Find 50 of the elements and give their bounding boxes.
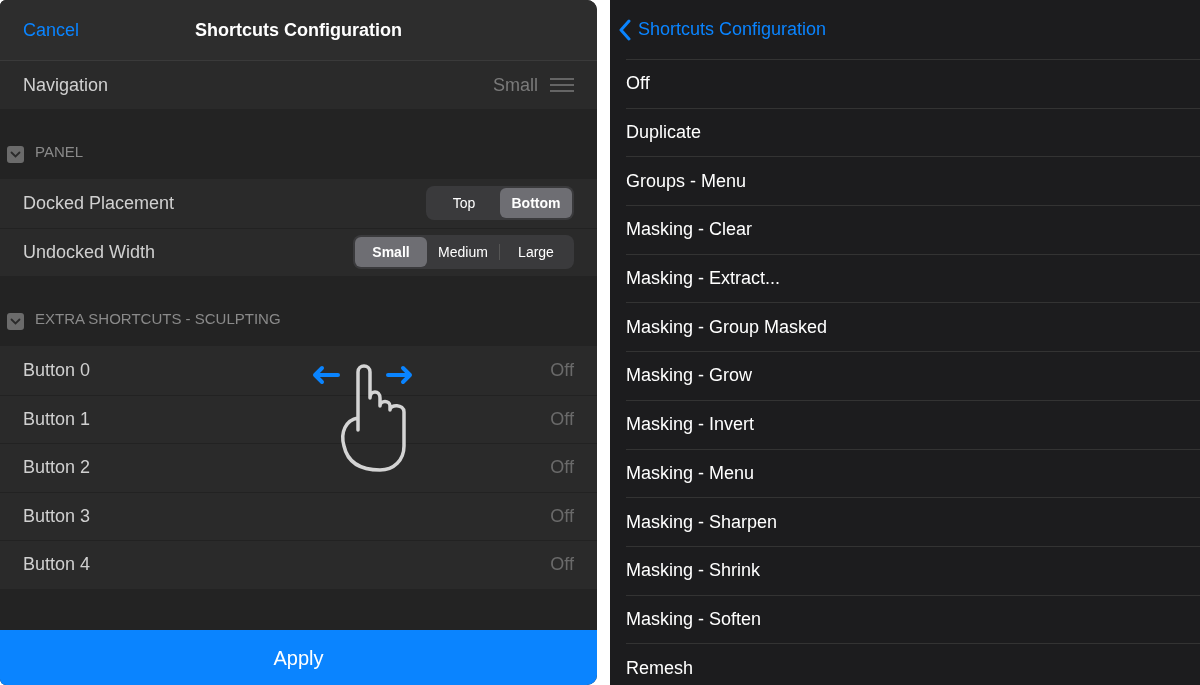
segment-option[interactable]: Small bbox=[355, 237, 427, 268]
row-value: Off bbox=[550, 358, 574, 382]
chevron-down-icon[interactable] bbox=[7, 146, 24, 163]
segment-option[interactable]: Medium bbox=[427, 237, 499, 268]
apply-button[interactable]: Apply bbox=[0, 630, 597, 685]
row-value: Off bbox=[550, 553, 574, 577]
list-item[interactable]: Masking - Menu bbox=[626, 448, 1200, 498]
list-item[interactable]: Masking - Shrink bbox=[626, 545, 1200, 595]
list-item[interactable]: Masking - Clear bbox=[626, 205, 1200, 254]
section-header: EXTRA SHORTCUTS - SCULPTING bbox=[35, 308, 281, 329]
settings-row[interactable]: Docked Placement Top Bottom bbox=[0, 179, 597, 228]
row-label: Button 2 bbox=[23, 456, 92, 480]
back-button[interactable]: Shortcuts Configuration bbox=[618, 16, 827, 43]
list-item[interactable]: Groups - Menu bbox=[626, 156, 1200, 206]
list-item[interactable]: Masking - Group Masked bbox=[626, 302, 1200, 352]
navigation-row[interactable]: Navigation Small bbox=[0, 61, 597, 109]
list-item[interactable]: Masking - Extract... bbox=[626, 253, 1200, 303]
list-item[interactable]: Masking - Grow bbox=[626, 351, 1200, 400]
row-label: Button 4 bbox=[23, 553, 92, 577]
row-label: Undocked Width bbox=[23, 240, 157, 264]
panel-title: Shortcuts Configuration bbox=[195, 18, 402, 42]
row-value: Off bbox=[550, 456, 574, 480]
row-label: Button 3 bbox=[23, 504, 92, 528]
settings-row[interactable]: Button 2 Off bbox=[0, 443, 597, 492]
list-item[interactable]: Duplicate bbox=[626, 107, 1200, 157]
settings-row[interactable]: Button 3 Off bbox=[0, 491, 597, 540]
row-value: Off bbox=[550, 504, 574, 528]
list-item[interactable]: Remesh bbox=[626, 643, 1200, 685]
section-header: PANEL bbox=[35, 141, 84, 162]
list-item[interactable]: Masking - Invert bbox=[626, 399, 1200, 449]
list-item[interactable]: Masking - Sharpen bbox=[626, 497, 1200, 546]
row-label: Button 0 bbox=[23, 358, 92, 382]
settings-row[interactable]: Button 1 Off bbox=[0, 394, 597, 443]
settings-row[interactable]: Button 4 Off bbox=[0, 540, 597, 589]
cancel-button[interactable]: Cancel bbox=[23, 16, 80, 44]
row-label: Navigation bbox=[23, 73, 110, 97]
segment-option[interactable]: Large bbox=[500, 237, 572, 268]
settings-row[interactable]: Undocked Width Small Medium Large bbox=[0, 227, 597, 276]
segment-option[interactable]: Bottom bbox=[500, 188, 572, 219]
row-label: Button 1 bbox=[23, 407, 92, 431]
menu-icon bbox=[550, 78, 574, 92]
chevron-down-icon[interactable] bbox=[7, 313, 24, 330]
row-value: Off bbox=[550, 407, 574, 431]
row-value: Small bbox=[493, 73, 538, 97]
list-item[interactable]: Off bbox=[626, 59, 1200, 108]
segment-option[interactable]: Top bbox=[428, 188, 500, 219]
list-item[interactable]: Masking - Soften bbox=[626, 594, 1200, 644]
settings-row[interactable]: Button 0 Off bbox=[0, 346, 597, 395]
row-label: Docked Placement bbox=[23, 191, 176, 215]
back-chevron-icon bbox=[618, 18, 632, 41]
